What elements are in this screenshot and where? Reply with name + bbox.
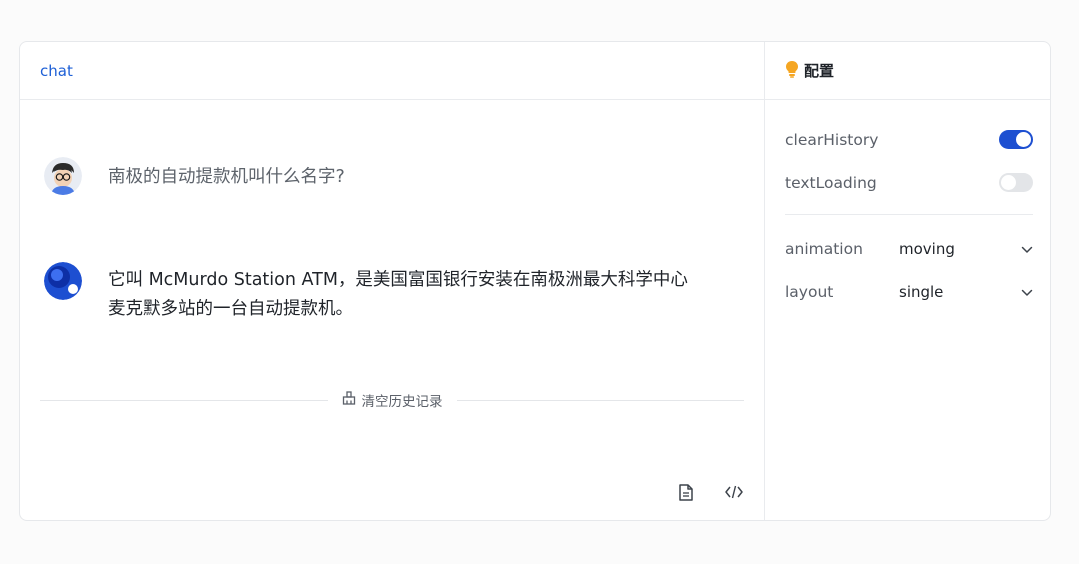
assistant-message-text: 它叫 McMurdo Station ATM，是美国富国银行安装在南极洲最大科学… — [108, 270, 688, 319]
layout-select[interactable]: single — [899, 282, 1033, 301]
chat-title: chat — [40, 61, 73, 80]
chevron-down-icon — [1021, 239, 1033, 258]
animation-select-label: animation — [785, 239, 863, 258]
code-icon[interactable] — [724, 482, 744, 502]
user-message: 南极的自动提款机叫什么名字? — [44, 157, 345, 195]
config-panel: 配置 clearHistory textLoading animation mo… — [764, 42, 1050, 520]
config-divider — [785, 214, 1033, 215]
copy-icon[interactable] — [676, 482, 696, 502]
layout-select-value: single — [899, 282, 944, 301]
chat-panel: chat 南极的自动提款机叫什么名字? 它叫 McMurdo Station A… — [20, 42, 764, 520]
clear-history-label: 清空历史记录 — [361, 394, 443, 410]
layout-select-label: layout — [785, 282, 834, 301]
switch-knob — [1016, 132, 1031, 147]
bottom-toolbar — [676, 482, 744, 502]
clear-history-toggle-label: clearHistory — [785, 130, 879, 149]
clear-history-switch[interactable] — [999, 130, 1033, 149]
divider-line — [456, 399, 744, 401]
assistant-avatar — [44, 262, 82, 300]
demo-card: chat 南极的自动提款机叫什么名字? 它叫 McMurdo Station A… — [19, 41, 1051, 521]
chat-header: chat — [20, 42, 764, 100]
text-loading-toggle-label: textLoading — [785, 173, 877, 192]
text-loading-switch[interactable] — [999, 173, 1033, 192]
assistant-message: 它叫 McMurdo Station ATM，是美国富国银行安装在南极洲最大科学… — [44, 262, 688, 324]
switch-knob — [1001, 175, 1016, 190]
user-message-text: 南极的自动提款机叫什么名字? — [108, 167, 345, 187]
toggle-row-clear-history: clearHistory — [785, 130, 1033, 149]
clear-history-divider: 清空历史记录 — [40, 390, 744, 410]
config-header: 配置 — [765, 42, 1050, 100]
select-row-animation: animation moving — [785, 239, 1033, 258]
animation-select[interactable]: moving — [899, 239, 1033, 258]
lightbulb-icon — [785, 60, 799, 82]
chevron-down-icon — [1021, 282, 1033, 301]
animation-select-value: moving — [899, 239, 955, 258]
broom-icon — [342, 391, 356, 409]
toggle-row-text-loading: textLoading — [785, 173, 1033, 192]
divider-line — [40, 399, 328, 401]
user-avatar — [44, 157, 82, 195]
select-row-layout: layout single — [785, 282, 1033, 301]
config-title: 配置 — [804, 62, 835, 80]
clear-history-button[interactable]: 清空历史记录 — [328, 390, 457, 410]
